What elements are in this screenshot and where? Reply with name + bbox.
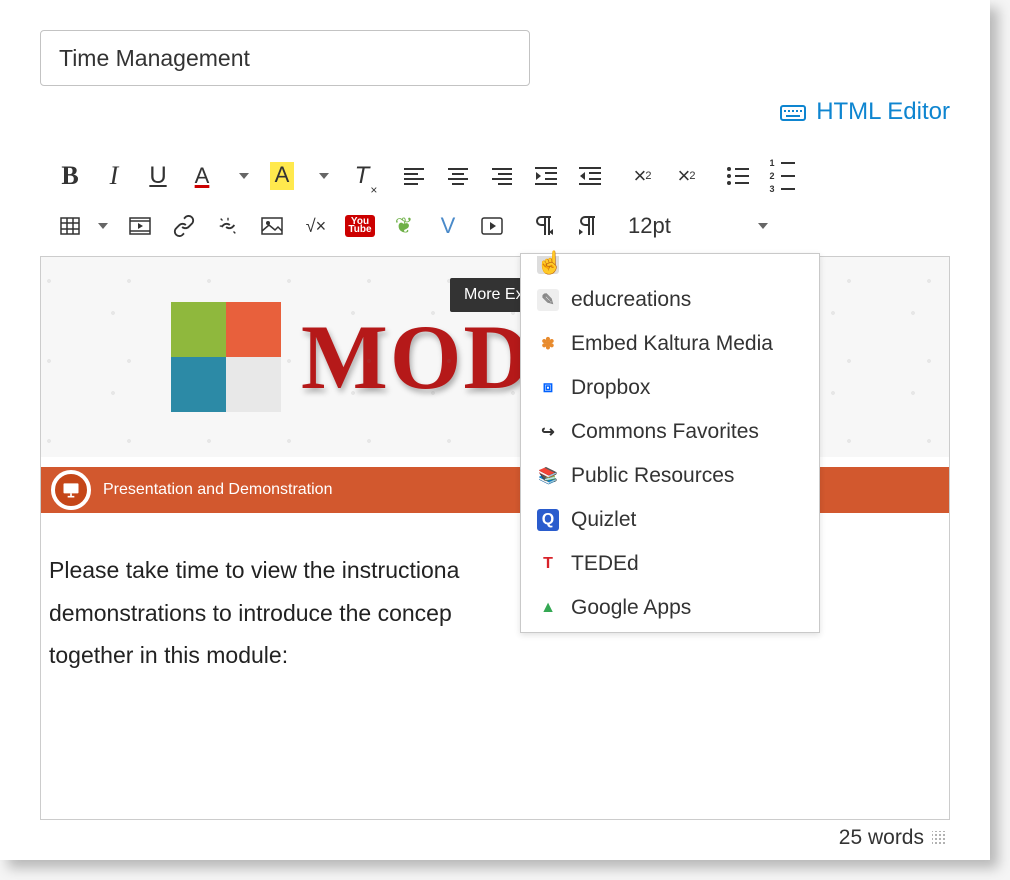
font-size-select[interactable]: 12pt — [618, 209, 778, 243]
numbered-list-button[interactable]: 123 — [760, 156, 804, 196]
align-right-button[interactable] — [480, 156, 524, 196]
kaltura-icon: ✽ — [537, 333, 559, 355]
superscript-button[interactable]: ×2 — [620, 156, 664, 196]
html-editor-toggle-row: HTML Editor — [40, 98, 950, 126]
dropdown-item-quizlet[interactable]: Q Quizlet — [521, 498, 819, 542]
outdent-button[interactable] — [524, 156, 568, 196]
dropbox-icon: ⧈ — [537, 377, 559, 399]
dropdown-item-label: Dropbox — [571, 376, 650, 400]
bullet-list-button[interactable] — [716, 156, 760, 196]
section-label: Presentation and Demonstration — [103, 481, 332, 499]
ltr-button[interactable] — [522, 206, 566, 246]
video-button[interactable] — [118, 206, 162, 246]
quizlet-icon: Q — [537, 509, 559, 531]
dropdown-item-teded[interactable]: T TEDEd — [521, 542, 819, 586]
html-editor-link[interactable]: HTML Editor — [816, 98, 950, 126]
commons-icon: ↪ — [537, 421, 559, 443]
table-button[interactable] — [48, 206, 92, 246]
dropdown-item-public[interactable]: 📚 Public Resources — [521, 454, 819, 498]
rtl-button[interactable] — [566, 206, 610, 246]
image-button[interactable] — [250, 206, 294, 246]
youtube-icon: YouTube — [345, 215, 374, 237]
editor-frame: HTML Editor B I U A A T ×2 ×2 123 — [0, 0, 990, 860]
external-tools-button[interactable]: V — [426, 206, 470, 246]
dropdown-item-label: Embed Kaltura Media — [571, 332, 773, 356]
align-left-button[interactable] — [392, 156, 436, 196]
dropdown-item-educreations[interactable]: ✎ educreations — [521, 278, 819, 322]
dropdown-item-googleapps[interactable]: ▲ Google Apps — [521, 586, 819, 630]
math-equation-button[interactable]: √× — [294, 206, 338, 246]
table-dropdown[interactable] — [92, 206, 110, 246]
teded-icon: T — [537, 553, 559, 575]
keyboard-icon — [780, 102, 806, 122]
dropdown-item-label: TEDEd — [571, 552, 639, 576]
underline-button[interactable]: U — [136, 156, 180, 196]
align-center-button[interactable] — [436, 156, 480, 196]
page-title-input[interactable] — [40, 30, 530, 86]
dropdown-item-label: Google Apps — [571, 596, 691, 620]
text-color-button[interactable]: A — [180, 156, 224, 196]
puzzle-icon — [171, 302, 281, 412]
dropdown-item-dropbox[interactable]: ⧈ Dropbox — [521, 366, 819, 410]
media-play-button[interactable] — [470, 206, 514, 246]
bg-color-button[interactable]: A — [260, 156, 304, 196]
indent-button[interactable] — [568, 156, 612, 196]
cursor-icon: ☝ — [536, 250, 563, 276]
text-color-dropdown[interactable] — [224, 156, 260, 196]
external-tools-dropdown: ✎ educreations ✽ Embed Kaltura Media ⧈ Dropbo… — [520, 253, 820, 633]
googleapps-icon: ▲ — [537, 597, 559, 619]
subscript-button[interactable]: ×2 — [664, 156, 708, 196]
dropdown-item-cut[interactable] — [521, 256, 819, 278]
leaf-tool-button[interactable]: ❦ — [382, 206, 426, 246]
unlink-button[interactable] — [206, 206, 250, 246]
dropdown-item-commons[interactable]: ↪ Commons Favorites — [521, 410, 819, 454]
editor-footer: 25 words — [40, 820, 950, 850]
bg-color-dropdown[interactable] — [304, 156, 340, 196]
bold-button[interactable]: B — [48, 156, 92, 196]
clear-formatting-button[interactable]: T — [340, 156, 384, 196]
chevron-down-icon — [758, 223, 768, 229]
dropdown-item-label: educreations — [571, 288, 691, 312]
dropdown-item-kaltura[interactable]: ✽ Embed Kaltura Media — [521, 322, 819, 366]
dropdown-item-label: Commons Favorites — [571, 420, 759, 444]
italic-button[interactable]: I — [92, 156, 136, 196]
public-icon: 📚 — [537, 465, 559, 487]
dropdown-item-label: Quizlet — [571, 508, 636, 532]
resize-handle[interactable] — [932, 831, 946, 845]
presentation-icon — [51, 470, 91, 510]
educreations-icon: ✎ — [537, 289, 559, 311]
youtube-button[interactable]: YouTube — [338, 206, 382, 246]
rich-text-toolbar: B I U A A T ×2 ×2 123 — [40, 144, 950, 256]
link-button[interactable] — [162, 206, 206, 246]
dropdown-item-label: Public Resources — [571, 464, 734, 488]
word-count: 25 words — [839, 826, 924, 850]
